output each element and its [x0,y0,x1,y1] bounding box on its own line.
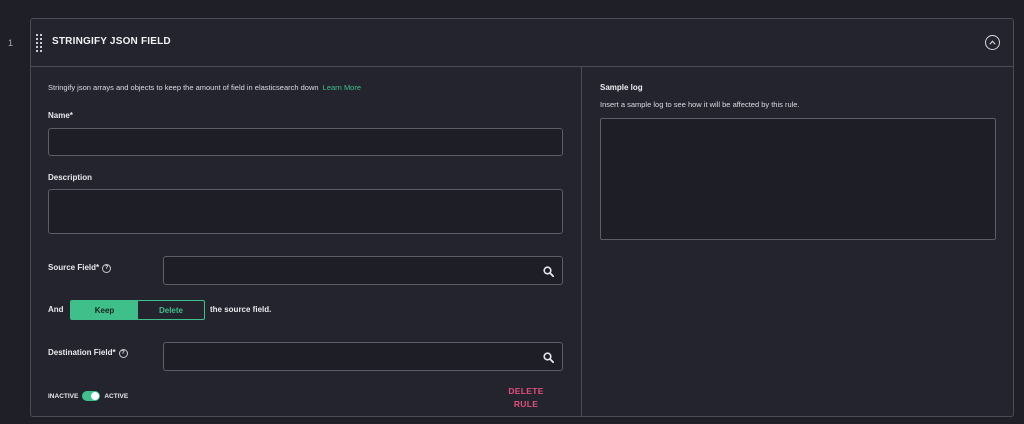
search-icon[interactable] [543,352,554,363]
rule-header[interactable]: STRINGIFY JSON FIELD [31,19,1013,67]
drag-handle-icon[interactable] [36,34,42,52]
rule-description-text: Stringify json arrays and objects to kee… [48,83,319,92]
source-field-label: Source Field*? [48,263,112,273]
destination-field-input[interactable] [163,342,563,371]
active-label: ACTIVE [104,392,129,400]
question-circle-icon[interactable]: ? [102,263,112,273]
destination-field-label-text: Destination Field* [48,348,116,357]
source-field-suffix: the source field. [210,305,272,314]
name-label: Name* [48,111,73,120]
sample-log-title: Sample log [600,83,643,92]
delete-option[interactable]: Delete [138,301,204,319]
chevron-up-circle-icon[interactable] [985,35,1000,50]
learn-more-link[interactable]: Learn More [323,83,361,92]
delete-rule-line1: DELETE [508,386,544,396]
source-field-label-text: Source Field* [48,263,100,272]
delete-rule-line2: RULE [513,399,539,409]
description-input[interactable] [48,189,563,234]
rule-index: 1 [8,38,14,48]
keep-delete-toggle: Keep Delete [70,300,205,320]
rule-title: STRINGIFY JSON FIELD [52,36,171,47]
inactive-label: INACTIVE [48,392,79,400]
sample-log-section: Sample log Insert a sample log to see ho… [582,67,1013,417]
active-toggle-switch[interactable] [82,391,101,401]
description-label: Description [48,173,93,182]
name-input[interactable] [48,128,563,156]
question-circle-icon[interactable]: ? [118,348,128,358]
rule-panel: STRINGIFY JSON FIELD Stringify json arra… [30,18,1014,417]
destination-field-label: Destination Field*? [48,348,128,358]
delete-rule-button[interactable]: DELETE RULE [501,385,551,411]
sample-log-input[interactable] [600,118,996,240]
sample-log-description: Insert a sample log to see how it will b… [600,100,800,109]
search-icon[interactable] [543,266,554,277]
keep-option[interactable]: Keep [71,301,138,319]
source-field-input[interactable] [163,256,563,285]
rule-description: Stringify json arrays and objects to kee… [48,83,361,92]
and-label: And [48,305,64,314]
toggle-knob [91,392,100,400]
active-status-row: INACTIVE ACTIVE [48,391,128,401]
rule-form: Stringify json arrays and objects to kee… [31,67,582,417]
